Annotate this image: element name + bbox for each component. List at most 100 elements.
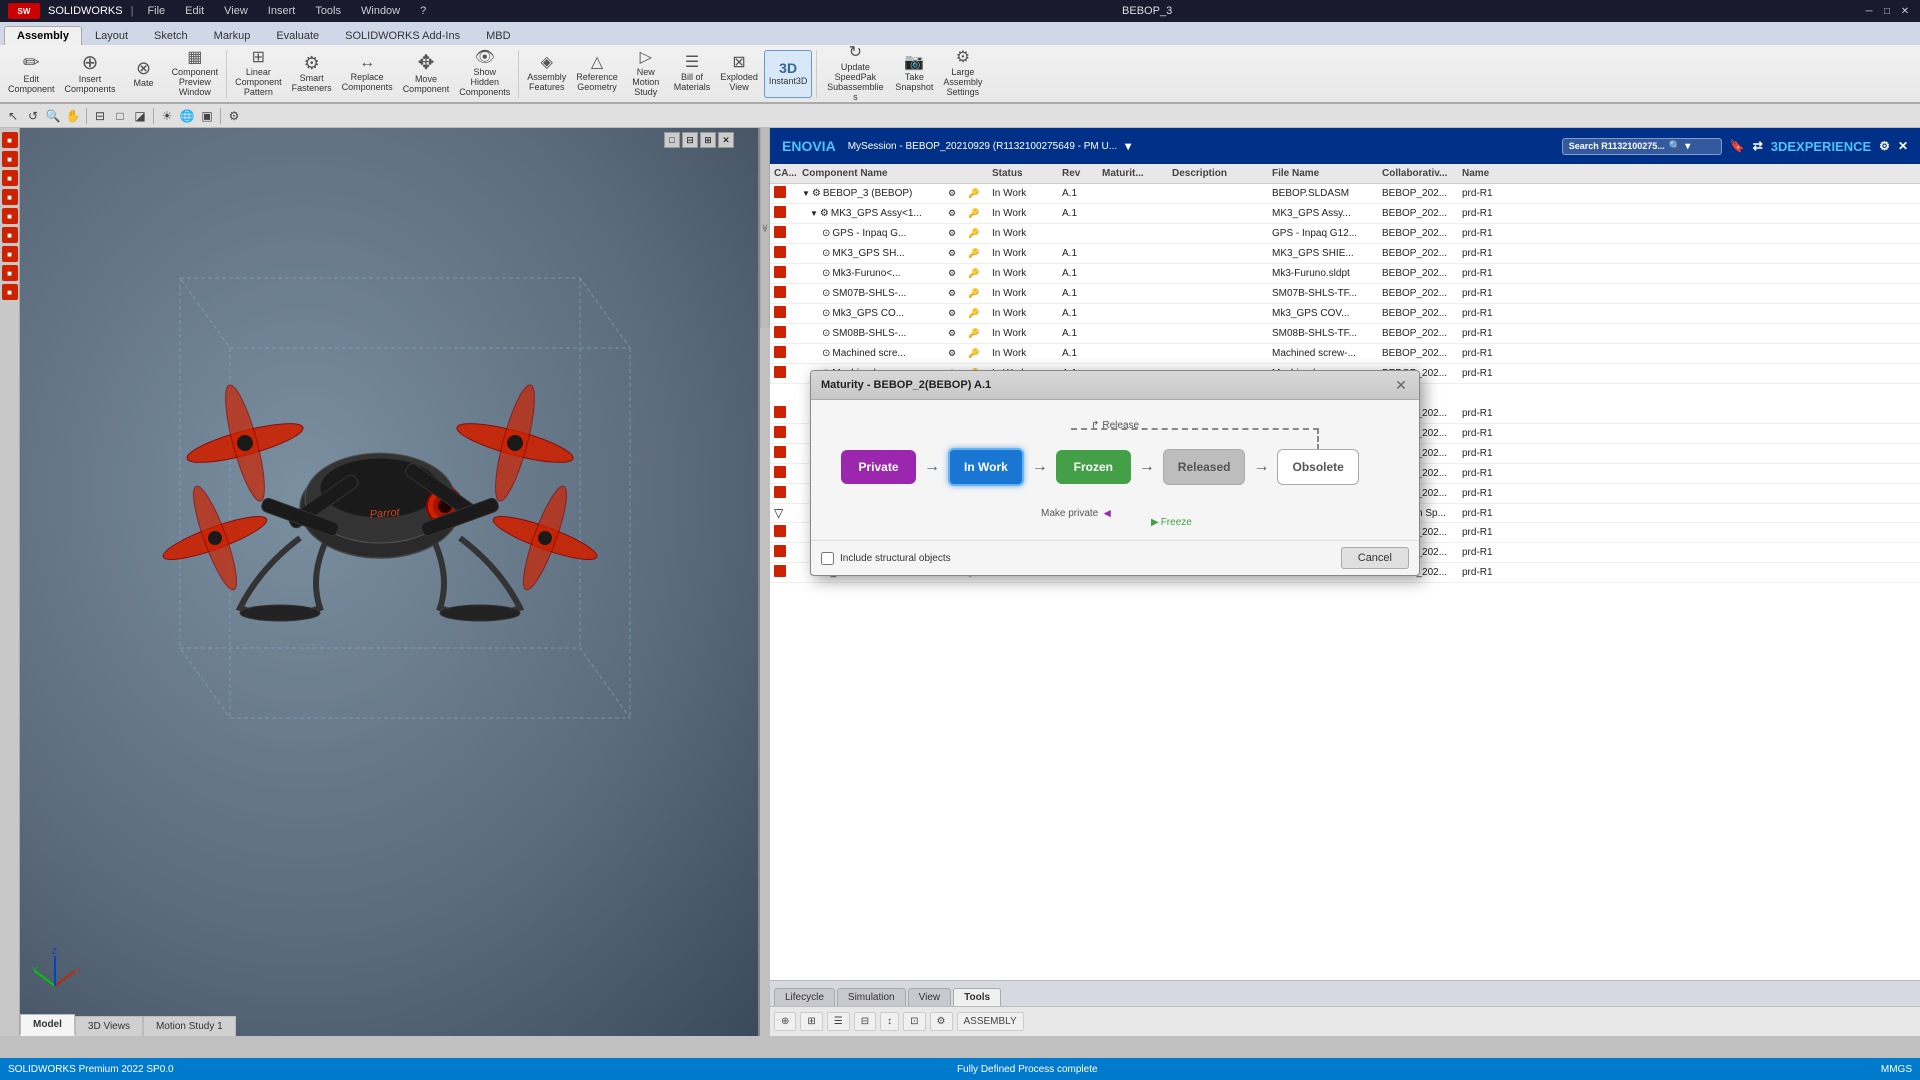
list-row[interactable]: ⊙ Machined scre... ⚙ 🔑 In Work A.1 Machi…: [770, 344, 1920, 364]
menu-tools[interactable]: Tools: [309, 3, 347, 19]
dexp-close-icon[interactable]: ✕: [1898, 139, 1908, 153]
tab-layout[interactable]: Layout: [82, 26, 141, 45]
maturity-close-button[interactable]: ✕: [1393, 377, 1409, 393]
tab-sketch[interactable]: Sketch: [141, 26, 201, 45]
menu-insert[interactable]: Insert: [262, 3, 302, 19]
list-row[interactable]: ⊙ Mk3-Furuno<... ⚙ 🔑 In Work A.1 Mk3-Fur…: [770, 264, 1920, 284]
viewport[interactable]: ■ ■ ■ ■ ■ ■ ■ ■ ■: [0, 128, 760, 1036]
state-inwork[interactable]: In Work: [948, 448, 1024, 486]
bookmark-icon[interactable]: 🔖: [1730, 139, 1745, 153]
col-header-mat[interactable]: Maturit...: [1098, 166, 1168, 181]
large-assembly-button[interactable]: ⚙ LargeAssemblySettings: [939, 50, 986, 98]
reference-geometry-button[interactable]: △ ReferenceGeometry: [572, 50, 622, 98]
close-button[interactable]: ✕: [1898, 4, 1912, 18]
vp-icon-4[interactable]: ■: [2, 189, 18, 205]
viewport-split-h-button[interactable]: ⊟: [682, 132, 698, 148]
vp-icon-6[interactable]: ■: [2, 227, 18, 243]
toolbar-zoom-icon[interactable]: 🔍: [44, 107, 62, 125]
menu-file[interactable]: File: [141, 3, 171, 19]
tab-assembly[interactable]: Assembly: [4, 26, 82, 45]
list-row[interactable]: ⊙ Mk3_GPS CO... ⚙ 🔑 In Work A.1 Mk3_GPS …: [770, 304, 1920, 324]
tab-markup[interactable]: Markup: [201, 26, 264, 45]
instant3d-button[interactable]: 3D Instant3D: [764, 50, 813, 98]
list-row[interactable]: ⊙ SM08B-SHLS-... ⚙ 🔑 In Work A.1 SM08B-S…: [770, 324, 1920, 344]
rpanel-tool-3[interactable]: ☰: [827, 1012, 850, 1031]
toolbar-section-icon[interactable]: ⊟: [91, 107, 109, 125]
toolbar-view-icon[interactable]: □: [111, 107, 129, 125]
toolbar-scene-icon[interactable]: 🌐: [178, 107, 196, 125]
rp-tab-simulation[interactable]: Simulation: [837, 988, 906, 1006]
move-component-button[interactable]: ✥ MoveComponent: [399, 50, 454, 98]
rp-tab-view[interactable]: View: [908, 988, 952, 1006]
rpanel-tool-8[interactable]: ASSEMBLY: [957, 1012, 1024, 1031]
list-row[interactable]: ⊙ MK3_GPS SH... ⚙ 🔑 In Work A.1 MK3_GPS …: [770, 244, 1920, 264]
panel-collapse-handle[interactable]: ≫: [760, 128, 770, 328]
vp-icon-9[interactable]: ■: [2, 284, 18, 300]
toolbar-rotate-icon[interactable]: ↺: [24, 107, 42, 125]
exploded-view-button[interactable]: ⊠ ExplodedView: [716, 50, 762, 98]
col-header-ca[interactable]: CA...: [770, 166, 798, 181]
vp-icon-7[interactable]: ■: [2, 246, 18, 262]
col-header-name[interactable]: Component Name: [798, 166, 948, 181]
component-preview-button[interactable]: ▦ ComponentPreviewWindow: [168, 50, 223, 98]
list-row[interactable]: ▼ ⚙ MK3_GPS Assy<1... ⚙ 🔑 In Work A.1 MK…: [770, 204, 1920, 224]
rp-tab-lifecycle[interactable]: Lifecycle: [774, 988, 835, 1006]
dexp-search-box[interactable]: Search R1132100275... 🔍 ▾: [1562, 138, 1722, 155]
tab-model[interactable]: Model: [20, 1014, 75, 1036]
search-dropdown-icon[interactable]: ▾: [1685, 141, 1690, 152]
toolbar-light-icon[interactable]: ☀: [158, 107, 176, 125]
toolbar-settings-icon[interactable]: ⚙: [225, 107, 243, 125]
tab-evaluate[interactable]: Evaluate: [263, 26, 332, 45]
viewport-close-button[interactable]: ✕: [718, 132, 734, 148]
state-private[interactable]: Private: [841, 450, 916, 484]
rpanel-tool-7[interactable]: ⚙: [930, 1012, 953, 1031]
menu-view[interactable]: View: [218, 3, 254, 19]
replace-components-button[interactable]: ↔ ReplaceComponents: [338, 50, 397, 98]
menu-window[interactable]: Window: [355, 3, 406, 19]
col-header-status[interactable]: Status: [988, 166, 1058, 181]
menu-help[interactable]: ?: [414, 3, 432, 19]
linear-pattern-button[interactable]: ⊞ LinearComponentPattern: [231, 50, 286, 98]
list-row[interactable]: ⊙ GPS - Inpaq G... ⚙ 🔑 In Work GPS - Inp…: [770, 224, 1920, 244]
bill-of-materials-button[interactable]: ☰ Bill ofMaterials: [670, 50, 715, 98]
expand-icon[interactable]: ▼: [810, 209, 818, 218]
minimize-button[interactable]: ─: [1862, 4, 1876, 18]
smart-fasteners-button[interactable]: ⚙ SmartFasteners: [288, 50, 336, 98]
tab-mbd[interactable]: MBD: [473, 26, 523, 45]
state-obsolete[interactable]: Obsolete: [1277, 449, 1358, 485]
rpanel-tool-4[interactable]: ⊟: [854, 1012, 876, 1031]
toolbar-display-icon[interactable]: ◪: [131, 107, 149, 125]
state-frozen[interactable]: Frozen: [1056, 450, 1131, 484]
edit-component-button[interactable]: ✏ EditComponent: [4, 50, 59, 98]
dexp-dropdown-icon[interactable]: ▾: [1125, 139, 1131, 153]
maximize-button[interactable]: □: [1880, 4, 1894, 18]
motion-study-button[interactable]: ▷ NewMotionStudy: [624, 50, 668, 98]
tab-3dviews[interactable]: 3D Views: [75, 1016, 143, 1036]
col-header-file[interactable]: File Name: [1268, 166, 1378, 181]
dexp-settings-icon[interactable]: ⚙: [1879, 139, 1890, 153]
menu-edit[interactable]: Edit: [179, 3, 210, 19]
show-hidden-button[interactable]: 👁 ShowHiddenComponents: [455, 50, 514, 98]
rpanel-tool-1[interactable]: ⊕: [774, 1012, 796, 1031]
list-row[interactable]: ⊙ SM07B-SHLS-... ⚙ 🔑 In Work A.1 SM07B-S…: [770, 284, 1920, 304]
state-released[interactable]: Released: [1163, 449, 1246, 485]
rpanel-tool-2[interactable]: ⊞: [800, 1012, 822, 1031]
cancel-button[interactable]: Cancel: [1341, 547, 1409, 569]
list-row[interactable]: ▼ ⚙ BEBOP_3 (BEBOP) ⚙ 🔑 In Work A.1 BEBO…: [770, 184, 1920, 204]
search-icon[interactable]: 🔍: [1669, 141, 1681, 152]
tab-motion-study[interactable]: Motion Study 1: [143, 1016, 236, 1036]
viewport-split-v-button[interactable]: ⊞: [700, 132, 716, 148]
include-structural-checkbox[interactable]: [821, 552, 834, 565]
arrows-icon[interactable]: ⇄: [1753, 139, 1763, 153]
col-header-rev[interactable]: Rev: [1058, 166, 1098, 181]
rp-tab-tools[interactable]: Tools: [953, 988, 1001, 1006]
viewport-expand-button[interactable]: □: [664, 132, 680, 148]
vp-icon-8[interactable]: ■: [2, 265, 18, 281]
toolbar-pan-icon[interactable]: ✋: [64, 107, 82, 125]
toolbar-bg-icon[interactable]: ▣: [198, 107, 216, 125]
rpanel-tool-5[interactable]: ↕: [880, 1012, 899, 1031]
col-header-collab[interactable]: Collaborativ...: [1378, 166, 1458, 181]
vp-icon-5[interactable]: ■: [2, 208, 18, 224]
assembly-features-button[interactable]: ◈ AssemblyFeatures: [523, 50, 570, 98]
vp-icon-1[interactable]: ■: [2, 132, 18, 148]
